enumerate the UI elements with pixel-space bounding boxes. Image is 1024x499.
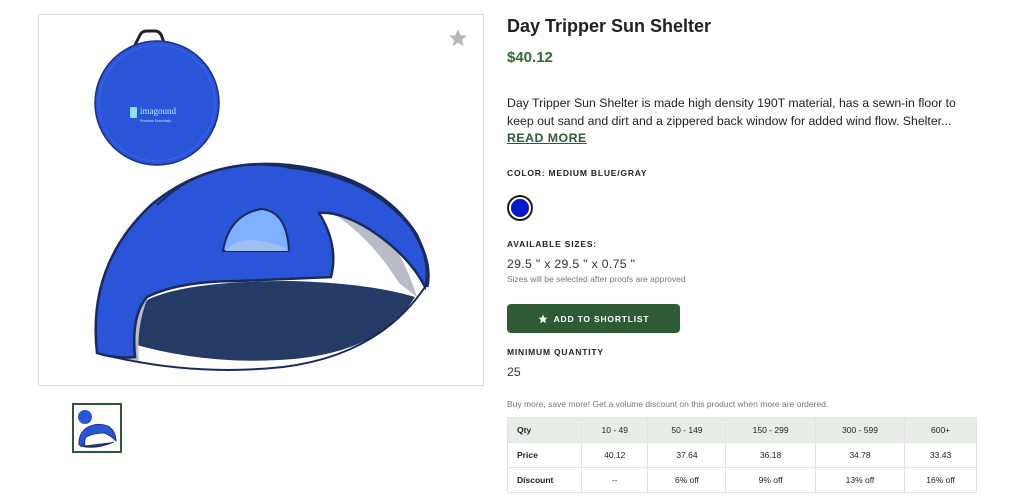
- table-row-price: Price 40.12 37.64 36.18 34.78 33.43: [507, 442, 977, 468]
- available-sizes-label: AVAILABLE SIZES:: [507, 239, 597, 249]
- volume-discount-note: Buy more, save more! Get a volume discou…: [507, 399, 829, 409]
- color-swatch-medium-blue-gray[interactable]: [507, 195, 533, 221]
- minimum-quantity-value: 25: [507, 365, 521, 379]
- product-main-image[interactable]: imagound Premium Essentials: [38, 14, 484, 386]
- add-to-shortlist-button[interactable]: ADD TO SHORTLIST: [507, 304, 680, 333]
- add-to-shortlist-label: ADD TO SHORTLIST: [553, 313, 650, 324]
- bag-logo-subtext: Premium Essentials: [140, 119, 171, 123]
- table-cell: Price: [507, 442, 582, 468]
- bag-logo-text: imagound: [140, 106, 176, 116]
- volume-pricing-table: Qty 10 - 49 50 - 149 150 - 299 300 - 599…: [507, 417, 977, 493]
- table-cell: --: [580, 467, 649, 493]
- table-header-cell: 600+: [904, 417, 977, 443]
- color-swatch-fill: [511, 199, 529, 217]
- color-label: COLOR: MEDIUM BLUE/GRAY: [507, 168, 648, 178]
- table-cell: 6% off: [647, 467, 727, 493]
- table-cell: 16% off: [904, 467, 977, 493]
- product-price: $40.12: [507, 49, 553, 66]
- favorite-star-icon[interactable]: [448, 28, 468, 48]
- table-row-discount: Discount -- 6% off 9% off 13% off 16% of…: [507, 467, 977, 493]
- table-header-cell: 10 - 49: [580, 417, 649, 443]
- table-cell: 36.18: [725, 442, 816, 468]
- product-thumbnail[interactable]: [72, 403, 122, 453]
- table-header-cell: 300 - 599: [814, 417, 906, 443]
- table-cell: 40.12: [580, 442, 649, 468]
- table-header-cell: 50 - 149: [647, 417, 727, 443]
- size-value: 29.5 " x 29.5 " x 0.75 ": [507, 257, 636, 271]
- product-description: Day Tripper Sun Shelter is made high den…: [507, 96, 956, 128]
- sun-shelter-image: imagound Premium Essentials: [94, 29, 430, 371]
- product-title: Day Tripper Sun Shelter: [507, 16, 712, 36]
- table-cell: Discount: [507, 467, 582, 493]
- table-header-cell: 150 - 299: [725, 417, 816, 443]
- star-icon: [538, 314, 548, 323]
- table-cell: 37.64: [647, 442, 727, 468]
- table-header-cell: Qty: [507, 417, 582, 443]
- thumbnail-image: [78, 410, 117, 448]
- table-cell: 13% off: [814, 467, 906, 493]
- size-note: Sizes will be selected after proofs are …: [507, 274, 686, 284]
- table-cell: 33.43: [904, 442, 977, 468]
- read-more-link[interactable]: READ MORE: [507, 131, 587, 145]
- table-cell: 9% off: [725, 467, 816, 493]
- minimum-quantity-label: MINIMUM QUANTITY: [507, 347, 604, 357]
- table-cell: 34.78: [814, 442, 906, 468]
- table-header-row: Qty 10 - 49 50 - 149 150 - 299 300 - 599…: [507, 417, 977, 443]
